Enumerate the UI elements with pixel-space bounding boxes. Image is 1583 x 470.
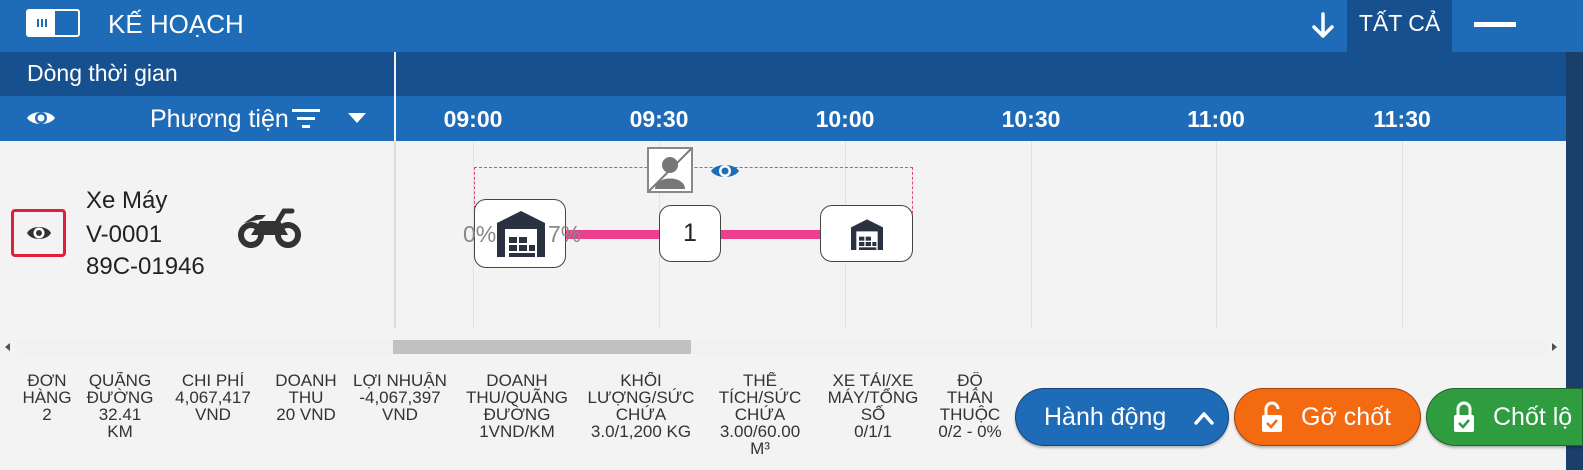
stat-distance: Quãng đường 32.41 KM	[84, 372, 156, 440]
divider	[394, 96, 396, 141]
vehicle-code: V-0001	[86, 221, 163, 248]
eye-icon[interactable]	[710, 161, 740, 181]
stat-value: 4,067,417 VND	[175, 388, 251, 423]
action-menu-button[interactable]: Hành động	[1015, 388, 1229, 446]
stat-label: Đơn hàng	[22, 372, 72, 407]
horizontal-scrollbar[interactable]	[0, 336, 1566, 358]
stat-label: Xe tải/Xe máy/Tổng số	[827, 372, 919, 424]
time-tick: 10:30	[1001, 106, 1061, 132]
motorcycle-icon	[238, 208, 301, 248]
top-bar: KẾ HOẠCH TẤT CẢ	[0, 0, 1583, 52]
stat-weight-capacity: Khối lượng/Sức chứa 3.0/1,200 KG	[584, 372, 698, 440]
filter-icon[interactable]	[292, 107, 322, 129]
grid-line	[1216, 141, 1217, 328]
stat-label: Lợi nhuận	[353, 372, 447, 390]
stat-familiarity: Độ thân thuộc 0/2 - 0%	[936, 372, 1004, 440]
lock-button[interactable]: Chốt lộ	[1426, 388, 1583, 446]
page-title: KẾ HOẠCH	[108, 9, 244, 39]
divider	[394, 52, 396, 96]
stat-value: 3.00/60.00 M³	[719, 422, 801, 457]
stat-revenue: Doanh thu 20 VND	[270, 372, 342, 423]
time-tick: 10:00	[815, 106, 875, 132]
end-depot-node[interactable]	[820, 205, 913, 262]
stat-value: 3.0/1,200 KG	[590, 422, 692, 440]
stat-value: -4,067,397 VND	[359, 388, 441, 423]
stat-value: 0/1/1	[854, 422, 892, 440]
grid-line	[1402, 141, 1403, 328]
time-tick: 11:30	[1373, 106, 1431, 132]
eye-icon	[27, 227, 51, 239]
scroll-thumb[interactable]	[393, 340, 691, 354]
row-visibility-toggle[interactable]	[11, 209, 66, 257]
scroll-right-arrow[interactable]	[1552, 343, 1557, 351]
lock-icon	[1454, 401, 1474, 432]
person-icon	[648, 148, 692, 192]
stat-value: 2	[42, 405, 52, 423]
stat-label: Thể tích/Sức chứa	[718, 372, 802, 424]
grid-line	[1031, 141, 1032, 328]
toggle-knob	[28, 11, 55, 35]
vehicle-row: Xe Máy V-0001 89C-01946 0% 7% 1	[0, 141, 1566, 328]
stat-label: Độ thân thuộc	[939, 372, 1001, 424]
stat-profit: Lợi nhuận -4,067,397 VND	[350, 372, 450, 423]
scroll-left-arrow[interactable]	[5, 343, 10, 351]
warehouse-icon	[851, 219, 883, 250]
stat-value: 0/2 - 0%	[938, 422, 1002, 440]
stat-label: Chi phí	[181, 372, 245, 390]
chevron-up-icon	[1194, 412, 1214, 425]
action-label: Hành động	[1044, 403, 1167, 431]
stat-label: Doanh thu/Quãng đường	[466, 372, 568, 424]
scroll-track[interactable]	[17, 340, 1547, 354]
stat-value: 20 VND	[276, 405, 336, 423]
stat-volume-capacity: Thể tích/Sức chứa 3.00/60.00 M³	[708, 372, 812, 457]
stat-label: Doanh thu	[275, 372, 337, 407]
stat-value: 1VND/KM	[479, 422, 555, 440]
sidebar-toggle[interactable]	[26, 9, 80, 37]
caret-down-icon[interactable]	[348, 112, 366, 124]
unlock-icon	[1262, 401, 1282, 432]
unlock-button[interactable]: Gỡ chốt	[1234, 388, 1421, 446]
warehouse-icon	[497, 211, 545, 257]
stat-vehicle-count: Xe tải/Xe máy/Tổng số 0/1/1	[822, 372, 924, 440]
vehicle-name: Xe Máy	[86, 187, 168, 214]
start-percent: 0%	[463, 221, 497, 247]
unlock-label: Gỡ chốt	[1301, 403, 1392, 431]
stat-label: Quãng đường	[86, 372, 154, 407]
time-tick: 11:00	[1187, 106, 1245, 132]
end-percent: 7%	[548, 221, 582, 247]
time-tick: 09:00	[443, 106, 503, 132]
stat-revenue-per-distance: Doanh thu/Quãng đường 1VND/KM	[458, 372, 576, 440]
lock-label: Chốt lộ	[1493, 403, 1573, 431]
arrow-down-icon[interactable]	[1310, 8, 1336, 42]
stat-cost: Chi phí 4,067,417 VND	[162, 372, 264, 423]
divider	[394, 141, 396, 328]
driver-avatar[interactable]	[647, 147, 693, 193]
vehicle-column-label[interactable]: Phương tiện	[150, 105, 289, 134]
timeline-label: Dòng thời gian	[27, 60, 178, 86]
time-tick: 09:30	[629, 106, 689, 132]
timeline-header: Dòng thời gian	[0, 52, 1566, 96]
minimize-icon[interactable]	[1474, 22, 1516, 27]
stat-label: Khối lượng/Sức chứa	[587, 372, 695, 424]
column-header: Phương tiện 09:00 09:30 10:00 10:30 11:0…	[0, 96, 1566, 141]
eye-icon[interactable]	[26, 108, 56, 128]
stat-value: 32.41 KM	[98, 405, 142, 440]
stat-orders: Đơn hàng 2	[14, 372, 80, 423]
vehicle-plate: 89C-01946	[86, 253, 205, 280]
filter-all-button[interactable]: TẤT CẢ	[1347, 0, 1452, 52]
stop-node[interactable]: 1	[659, 205, 721, 262]
